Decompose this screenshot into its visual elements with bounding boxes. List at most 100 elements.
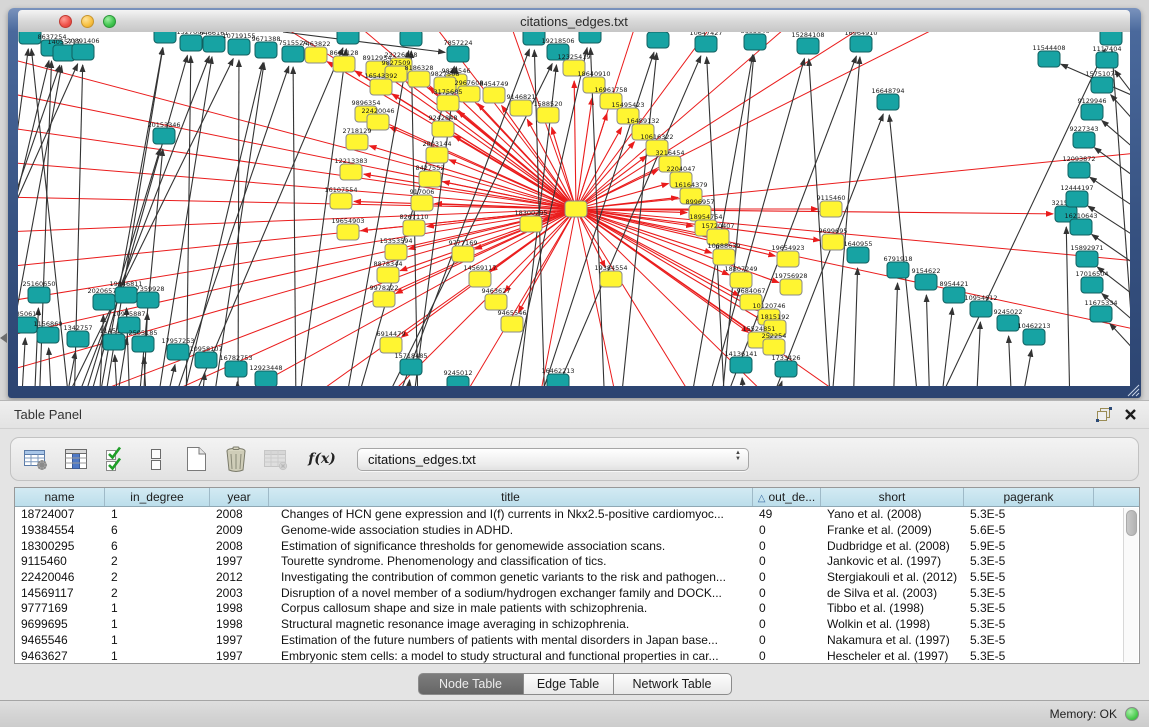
graph-node[interactable]: 9154622 <box>912 267 941 290</box>
table-cell[interactable]: 5.3E-5 <box>964 554 1094 569</box>
graph-node[interactable]: 7463822 <box>302 40 331 63</box>
splitter-collapse-arrow[interactable] <box>0 333 7 343</box>
table-cell[interactable]: 6 <box>105 523 210 538</box>
table-cell[interactable]: 0 <box>753 570 821 585</box>
graph-node[interactable]: 9227343 <box>1070 125 1099 148</box>
table-cell[interactable]: 1997 <box>210 554 269 569</box>
table-row[interactable]: 2242004622012Investigating the contribut… <box>15 570 1139 586</box>
graph-node[interactable]: 8186328 <box>405 64 434 87</box>
graph-node[interactable]: 8878344 <box>374 260 403 283</box>
graph-node[interactable]: 2687012 <box>1097 32 1126 45</box>
table-cell[interactable]: 0 <box>753 601 821 616</box>
graph-node[interactable]: 2803144 <box>423 140 452 163</box>
table-cell[interactable]: 9699695 <box>15 617 105 632</box>
table-cell[interactable]: Embryonic stem cells: a model to study s… <box>269 649 753 664</box>
graph-node[interactable]: 9978222 <box>370 284 399 307</box>
table-cell[interactable]: 18724007 <box>15 507 105 522</box>
table-cell[interactable]: 1 <box>105 507 210 522</box>
graph-node[interactable]: 8427552 <box>416 164 445 187</box>
graph-node[interactable]: 11675334 <box>1084 299 1117 322</box>
table-cell[interactable]: 5.9E-5 <box>964 539 1094 554</box>
select-all-icon[interactable] <box>101 444 131 474</box>
table-row[interactable]: 946554611997Estimation of the future num… <box>15 633 1139 649</box>
graph-node[interactable]: 14569117 <box>463 264 496 287</box>
graph-node[interactable]: 10958107 <box>189 345 222 368</box>
graph-node[interactable]: 1156869 <box>34 320 63 343</box>
graph-node[interactable]: 10462213 <box>1017 322 1050 345</box>
graph-node[interactable]: 1342757 <box>64 324 93 347</box>
graph-node[interactable]: 1117404 <box>1093 45 1122 68</box>
graph-node[interactable]: 8605646 <box>741 32 770 50</box>
graph-node[interactable]: 15284108 <box>791 32 824 54</box>
table-row[interactable]: 1830029562008Estimation of significance … <box>15 538 1139 554</box>
column-header-pagerank[interactable]: pagerank <box>964 488 1094 506</box>
table-cell[interactable]: 5.3E-5 <box>964 586 1094 601</box>
graph-node[interactable]: 11544408 <box>1032 44 1065 67</box>
table-cell[interactable]: 5.3E-5 <box>964 617 1094 632</box>
scrollbar-thumb[interactable] <box>1126 510 1137 536</box>
table-row[interactable]: 946362711997Embryonic stem cells: a mode… <box>15 648 1139 664</box>
graph-node[interactable]: 6914479 <box>377 330 406 353</box>
graph-node[interactable]: 9671388 <box>252 35 281 58</box>
tab-node-table[interactable]: Node Table <box>418 673 524 695</box>
graph-node[interactable]: 18807249 <box>724 265 757 288</box>
table-cell[interactable]: Structural magnetic resonance image aver… <box>269 617 753 632</box>
table-cell[interactable]: 0 <box>753 523 821 538</box>
graph-node[interactable]: 3175685 <box>434 88 463 111</box>
table-cell[interactable]: Dudbridge et al. (2008) <box>821 539 964 554</box>
graph-node[interactable]: 1733426 <box>772 354 801 377</box>
graph-node[interactable]: 8660128 <box>330 49 359 72</box>
table-cell[interactable]: 2012 <box>210 570 269 585</box>
table-cell[interactable]: 2008 <box>210 539 269 554</box>
table-cell[interactable]: 0 <box>753 633 821 648</box>
table-cell[interactable]: de Silva et al. (2003) <box>821 586 964 601</box>
table-cell[interactable]: Nakamura et al. (1997) <box>821 633 964 648</box>
table-mode-icon[interactable] <box>21 444 51 474</box>
table-cell[interactable]: 9115460 <box>15 554 105 569</box>
graph-node[interactable]: 9242848 <box>429 114 458 137</box>
table-cell[interactable]: 22420046 <box>15 570 105 585</box>
table-cell[interactable]: 9777169 <box>15 601 105 616</box>
graph-node[interactable]: 9465546 <box>498 309 527 332</box>
column-header-name[interactable]: name <box>15 488 105 506</box>
table-cell[interactable]: Jankovic et al. (1997) <box>821 554 964 569</box>
graph-node[interactable]: 917006 <box>410 188 435 211</box>
table-row[interactable]: 911546021997Tourette syndrome. Phenomeno… <box>15 554 1139 570</box>
table-cell[interactable]: 0 <box>753 649 821 664</box>
float-panel-icon[interactable] <box>1096 407 1112 422</box>
table-vertical-scrollbar[interactable] <box>1123 508 1138 662</box>
table-cell[interactable]: 5.3E-5 <box>964 633 1094 648</box>
graph-node[interactable]: 15722637 <box>641 32 674 48</box>
tab-edge-table[interactable]: Edge Table <box>524 673 614 695</box>
table-cell[interactable]: 1 <box>105 617 210 632</box>
graph-node[interactable]: 19756928 <box>774 272 807 295</box>
column-header-short[interactable]: short <box>821 488 964 506</box>
show-column-icon[interactable] <box>61 444 91 474</box>
table-cell[interactable]: Tibbo et al. (1998) <box>821 601 964 616</box>
table-cell[interactable]: Tourette syndrome. Phenomenology and cla… <box>269 554 753 569</box>
table-cell[interactable]: Disruption of a novel member of a sodium… <box>269 586 753 601</box>
new-column-icon[interactable] <box>181 444 211 474</box>
function-builder-icon[interactable]: f(x) <box>307 444 337 474</box>
graph-node[interactable]: 9463627 <box>482 287 511 310</box>
column-header-in_degree[interactable]: in_degree <box>105 488 210 506</box>
column-header-year[interactable]: year <box>210 488 269 506</box>
table-cell[interactable]: 0 <box>753 539 821 554</box>
table-cell[interactable]: 0 <box>753 586 821 601</box>
graph-node[interactable]: 9146821 <box>507 93 536 116</box>
close-panel-icon[interactable] <box>1124 408 1137 421</box>
table-cell[interactable]: 5.3E-5 <box>964 649 1094 664</box>
graph-node[interactable]: 9129946 <box>1078 97 1107 120</box>
graph-node[interactable]: 8130304 <box>576 32 605 43</box>
graph-node[interactable]: 16462213 <box>541 367 574 386</box>
column-header-out_de[interactable]: △out_de... <box>753 488 821 506</box>
table-cell[interactable]: Changes of HCN gene expression and I(f) … <box>269 507 753 522</box>
table-cell[interactable]: 0 <box>753 554 821 569</box>
table-cell[interactable]: 1 <box>105 601 210 616</box>
graph-node[interactable]: 12093872 <box>1062 155 1095 178</box>
graph-node[interactable]: 20153346 <box>147 121 180 144</box>
table-cell[interactable]: Franke et al. (2009) <box>821 523 964 538</box>
table-cell[interactable]: 2003 <box>210 586 269 601</box>
table-cell[interactable]: Estimation of the future numbers of pati… <box>269 633 753 648</box>
table-cell[interactable]: Genome-wide association studies in ADHD. <box>269 523 753 538</box>
